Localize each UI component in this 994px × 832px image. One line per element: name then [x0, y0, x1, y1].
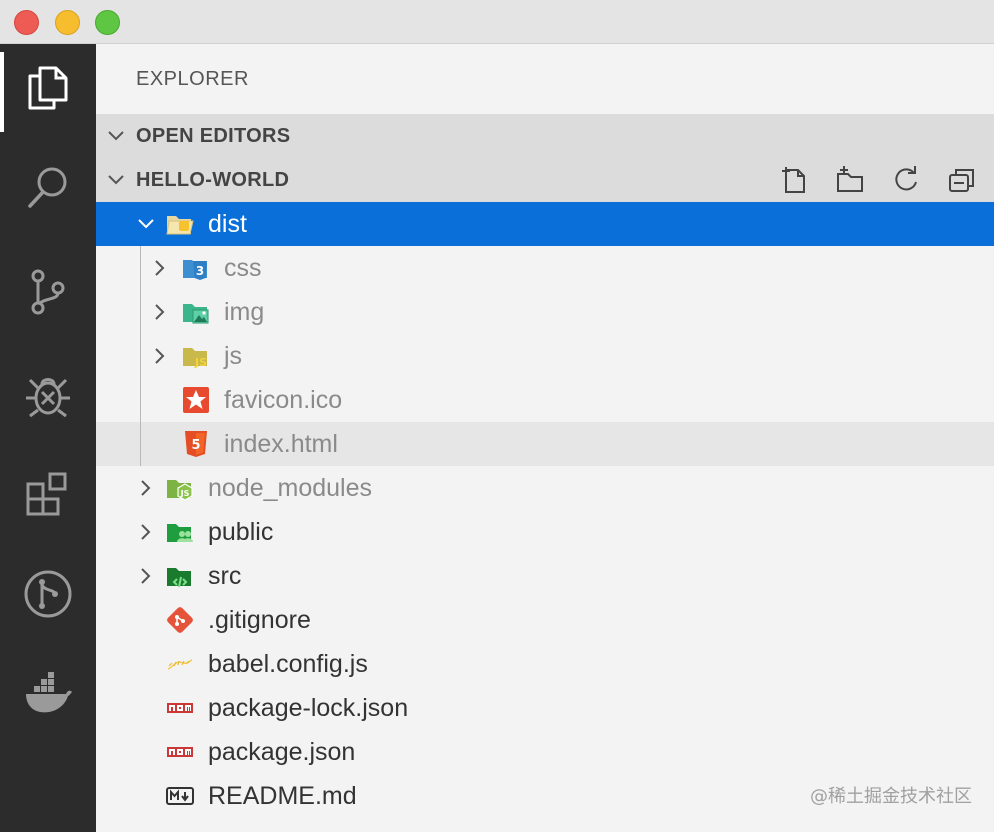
tree-item-public[interactable]: public: [96, 510, 994, 554]
svg-text:JS: JS: [180, 489, 190, 498]
activity-git-graph[interactable]: [0, 550, 96, 638]
tree-item-label: package-lock.json: [208, 693, 409, 722]
tree-item-index-html[interactable]: 5 index.html: [96, 422, 994, 466]
docker-icon: [26, 672, 72, 713]
chevron-down-icon: [108, 175, 124, 185]
tree-item-js[interactable]: JS js: [96, 334, 994, 378]
collapse-all-button[interactable]: [946, 164, 978, 196]
git-graph-icon: [24, 570, 72, 618]
tree-item-package-lock[interactable]: package-lock.json: [96, 686, 994, 730]
chevron-down-icon: [108, 131, 124, 141]
npm-file-icon: [164, 692, 196, 724]
chevron-right-icon: [141, 568, 151, 584]
collapse-all-icon: [949, 169, 974, 192]
chevron-down-icon: [138, 219, 154, 229]
folder-public-icon: [164, 516, 196, 548]
window-titlebar: [0, 0, 994, 44]
section-label: HELLO-WORLD: [136, 168, 290, 191]
tree-item-src[interactable]: src: [96, 554, 994, 598]
tree-item-label: README.md: [208, 781, 357, 810]
zoom-window-button[interactable]: [95, 10, 120, 35]
section-workspace[interactable]: HELLO-WORLD: [96, 158, 994, 202]
tree-item-label: src: [208, 561, 242, 590]
activity-docker[interactable]: [0, 650, 96, 738]
git-file-icon: [164, 604, 196, 636]
watermark: @稀土掘金技术社区: [810, 786, 972, 807]
section-label: OPEN EDITORS: [136, 124, 291, 147]
tree-item-label: favicon.ico: [224, 385, 343, 414]
svg-text:5: 5: [191, 438, 200, 453]
folder-css-icon: 3: [180, 252, 212, 284]
chevron-right-icon: [155, 260, 165, 276]
tree-item-label: .gitignore: [208, 605, 311, 634]
indent-guide: [140, 246, 141, 466]
markdown-file-icon: [164, 780, 196, 812]
tree-item-label: dist: [208, 209, 247, 238]
tree-item-label: node_modules: [208, 473, 373, 502]
chevron-right-icon: [155, 304, 165, 320]
minimize-window-button[interactable]: [55, 10, 80, 35]
folder-images-icon: [180, 296, 212, 328]
folder-src-icon: [164, 560, 196, 592]
favicon-file-icon: [180, 384, 212, 416]
npm-file-icon: [164, 736, 196, 768]
chevron-right-icon: [141, 480, 151, 496]
extensions-icon: [26, 472, 67, 516]
chevron-right-icon: [155, 348, 165, 364]
activity-search[interactable]: [0, 144, 96, 232]
folder-node-icon: JS: [164, 472, 196, 504]
tree-item-gitignore[interactable]: .gitignore: [96, 598, 994, 642]
tree-item-css[interactable]: 3 css: [96, 246, 994, 290]
activity-explorer[interactable]: [0, 44, 96, 132]
chevron-right-icon: [141, 524, 151, 540]
tree-item-package-json[interactable]: package.json: [96, 730, 994, 774]
new-folder-button[interactable]: [834, 164, 866, 196]
tree-item-favicon[interactable]: favicon.ico: [96, 378, 994, 422]
tree-item-node-modules[interactable]: JS node_modules: [96, 466, 994, 510]
explorer-title: EXPLORER: [136, 68, 249, 90]
source-control-icon: [31, 269, 65, 315]
new-file-icon: [782, 167, 805, 193]
tree-item-label: babel.config.js: [208, 649, 368, 678]
html5-file-icon: 5: [180, 428, 212, 460]
activity-source-control[interactable]: [0, 248, 96, 336]
tree-item-label: index.html: [224, 429, 338, 458]
tree-item-label: css: [224, 253, 262, 282]
activity-debug[interactable]: [0, 352, 96, 440]
refresh-button[interactable]: [890, 164, 922, 196]
section-open-editors[interactable]: OPEN EDITORS: [96, 114, 994, 158]
tree-item-babel-config[interactable]: babel.config.js: [96, 642, 994, 686]
activity-extensions[interactable]: [0, 450, 96, 538]
babel-file-icon: [164, 648, 196, 680]
tree-item-label: public: [208, 517, 274, 546]
tree-item-img[interactable]: img: [96, 290, 994, 334]
close-window-button[interactable]: [14, 10, 39, 35]
tree-item-label: js: [224, 341, 243, 370]
tree-item-label: img: [224, 297, 265, 326]
svg-text:3: 3: [196, 264, 204, 278]
svg-text:JS: JS: [194, 356, 207, 369]
tree-item-label: package.json: [208, 737, 356, 766]
section-actions: [778, 164, 978, 196]
file-tree: dist 3 css img JS js favicon.ico 5 index…: [96, 202, 994, 818]
folder-js-icon: JS: [180, 340, 212, 372]
debug-icon: [26, 378, 70, 418]
new-folder-icon: [837, 166, 863, 192]
activity-bar: [0, 44, 96, 832]
files-icon: [28, 66, 68, 110]
search-icon: [28, 167, 67, 208]
refresh-icon: [895, 166, 917, 191]
folder-dist-icon: [164, 208, 196, 240]
tree-item-dist[interactable]: dist: [96, 202, 994, 246]
explorer-sidebar: EXPLORER OPEN EDITORS HELLO-WORLD dist 3…: [96, 44, 994, 832]
new-file-button[interactable]: [778, 164, 810, 196]
